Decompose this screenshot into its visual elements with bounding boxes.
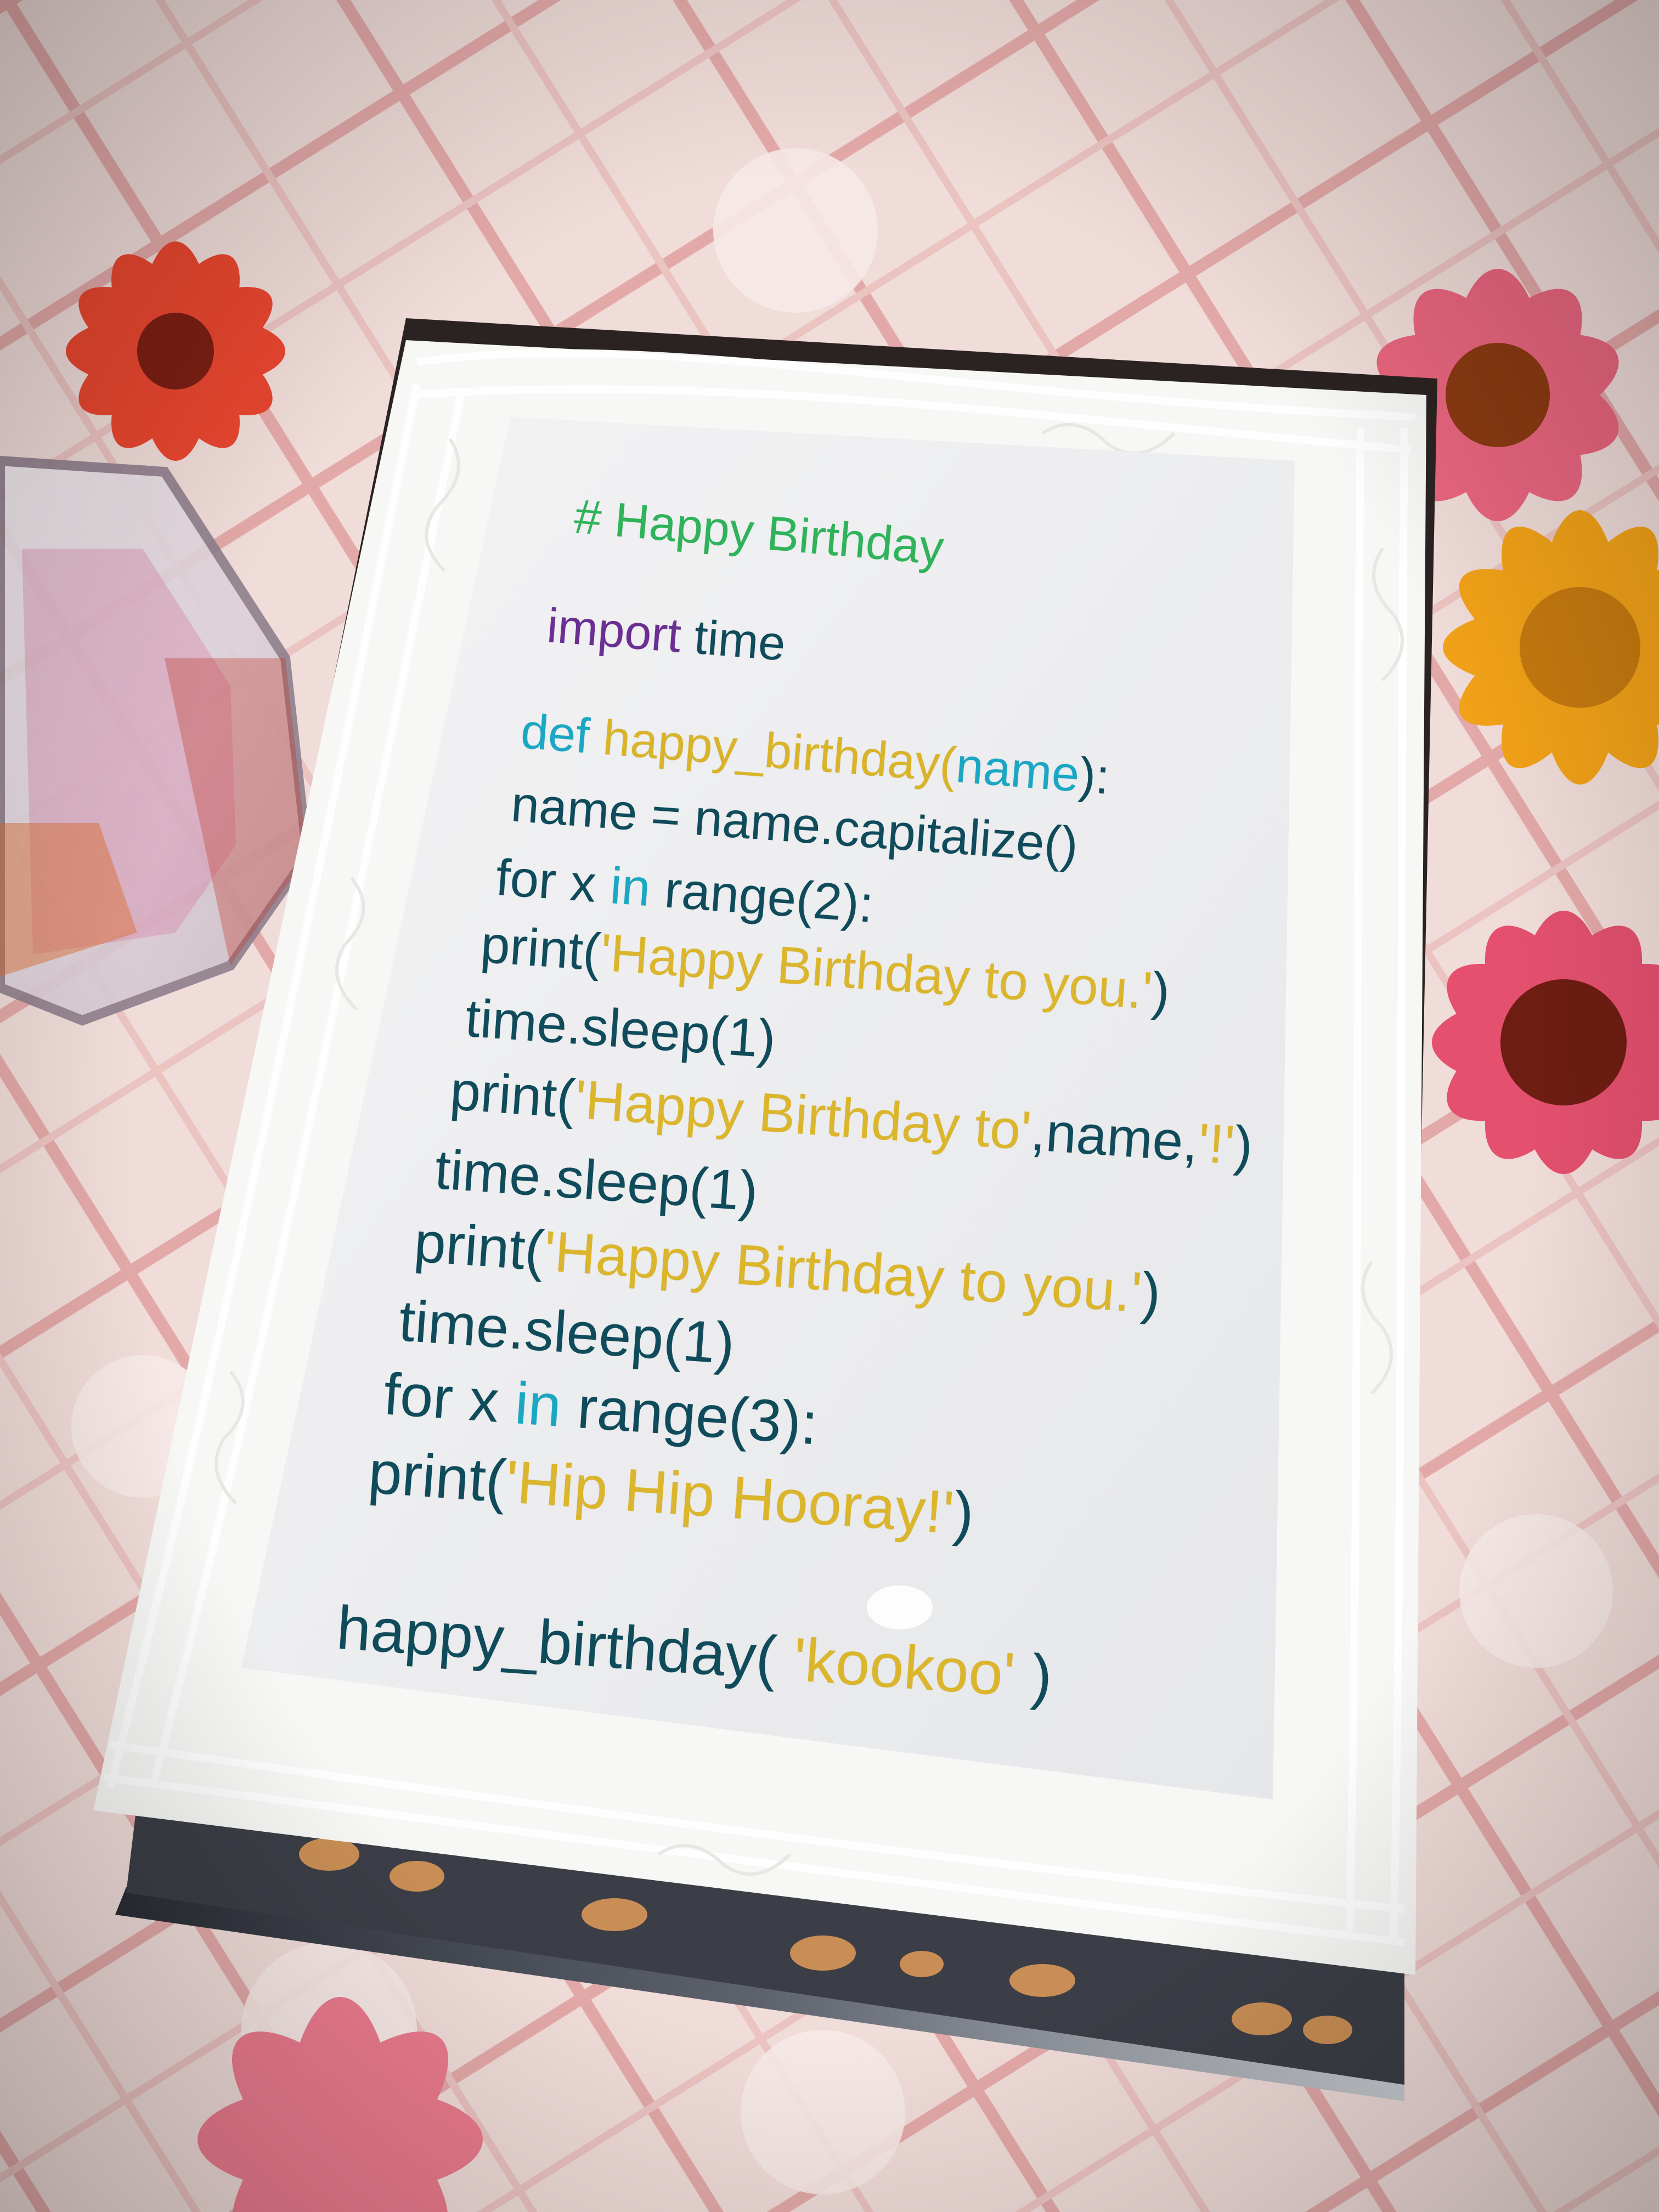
vignette — [0, 0, 1659, 2212]
cake-photo-scene — [0, 0, 1659, 2212]
